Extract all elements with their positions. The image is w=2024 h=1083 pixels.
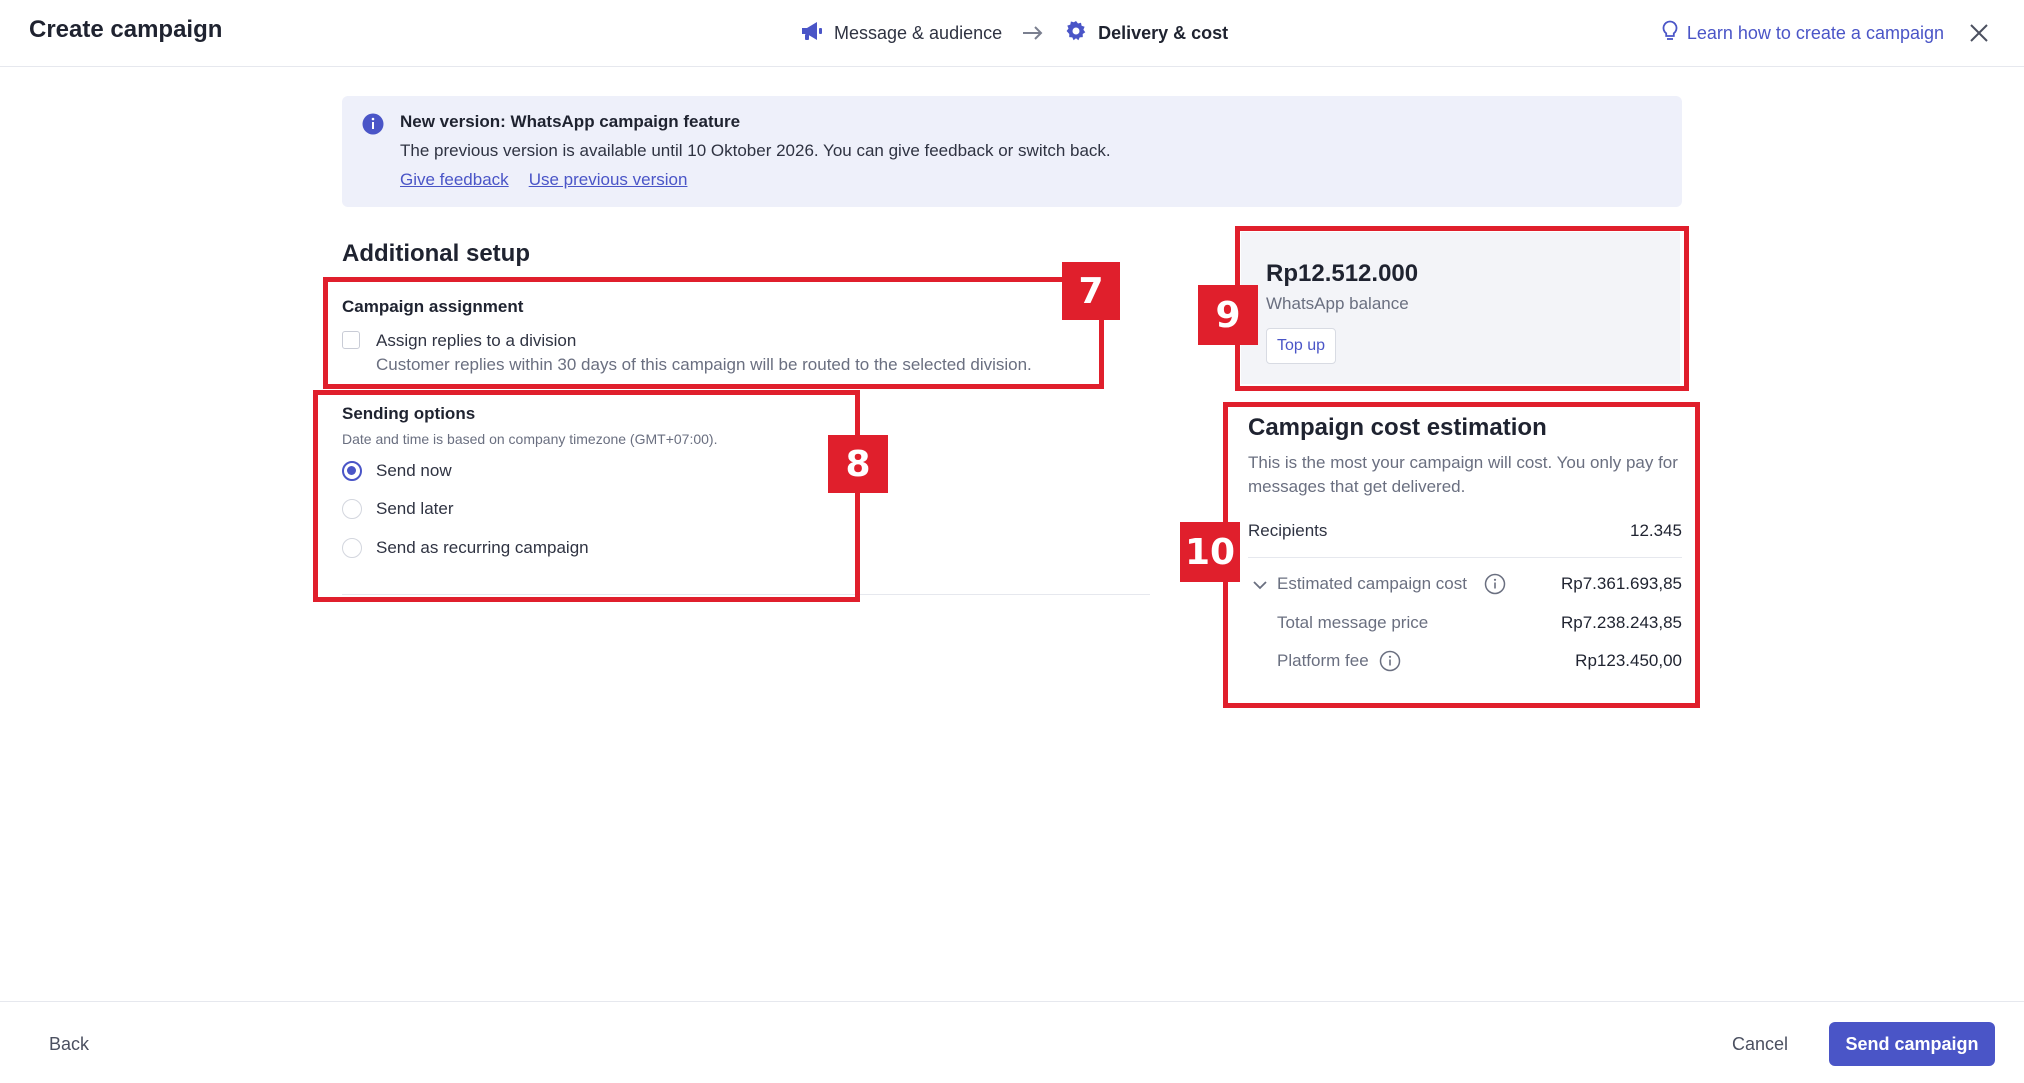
header: Create campaign Message & audience Deliv… bbox=[0, 0, 2024, 67]
send-campaign-button[interactable]: Send campaign bbox=[1829, 1022, 1995, 1066]
step-label: Message & audience bbox=[834, 22, 1003, 43]
annotation-box-10 bbox=[1223, 402, 1700, 708]
close-icon[interactable] bbox=[1968, 22, 1990, 44]
annotation-box-7 bbox=[323, 277, 1104, 389]
annotation-badge-8: 8 bbox=[828, 435, 888, 493]
section-heading: Additional setup bbox=[342, 240, 530, 267]
version-banner: New version: WhatsApp campaign feature T… bbox=[342, 96, 1682, 207]
step-label: Delivery & cost bbox=[1098, 22, 1229, 43]
annotation-badge-7: 7 bbox=[1062, 262, 1120, 320]
learn-link[interactable]: Learn how to create a campaign bbox=[1661, 20, 1944, 47]
back-button[interactable]: Back bbox=[49, 1034, 89, 1055]
give-feedback-link[interactable]: Give feedback bbox=[400, 170, 509, 190]
learn-link-label: Learn how to create a campaign bbox=[1686, 23, 1944, 43]
page-title: Create campaign bbox=[29, 16, 223, 43]
annotation-badge-9: 9 bbox=[1198, 285, 1258, 345]
footer: Back Cancel Send campaign bbox=[0, 1001, 2024, 1083]
annotation-box-8 bbox=[313, 390, 860, 602]
step-message-audience[interactable]: Message & audience bbox=[800, 20, 1002, 47]
cancel-button[interactable]: Cancel bbox=[1732, 1034, 1788, 1055]
lightbulb-icon bbox=[1661, 20, 1679, 47]
gear-icon bbox=[1064, 19, 1088, 48]
step-delivery-cost[interactable]: Delivery & cost bbox=[1064, 19, 1228, 48]
banner-links: Give feedback Use previous version bbox=[400, 170, 687, 190]
stepper: Message & audience Delivery & cost bbox=[800, 20, 1228, 46]
arrow-right-icon bbox=[1022, 26, 1044, 40]
annotation-box-9 bbox=[1235, 226, 1689, 391]
banner-title: New version: WhatsApp campaign feature bbox=[400, 112, 741, 131]
megaphone-icon bbox=[800, 20, 824, 47]
use-previous-version-link[interactable]: Use previous version bbox=[529, 170, 688, 190]
annotation-badge-10: 10 bbox=[1180, 522, 1240, 582]
info-icon bbox=[362, 113, 384, 140]
banner-text: The previous version is available until … bbox=[400, 141, 1111, 160]
